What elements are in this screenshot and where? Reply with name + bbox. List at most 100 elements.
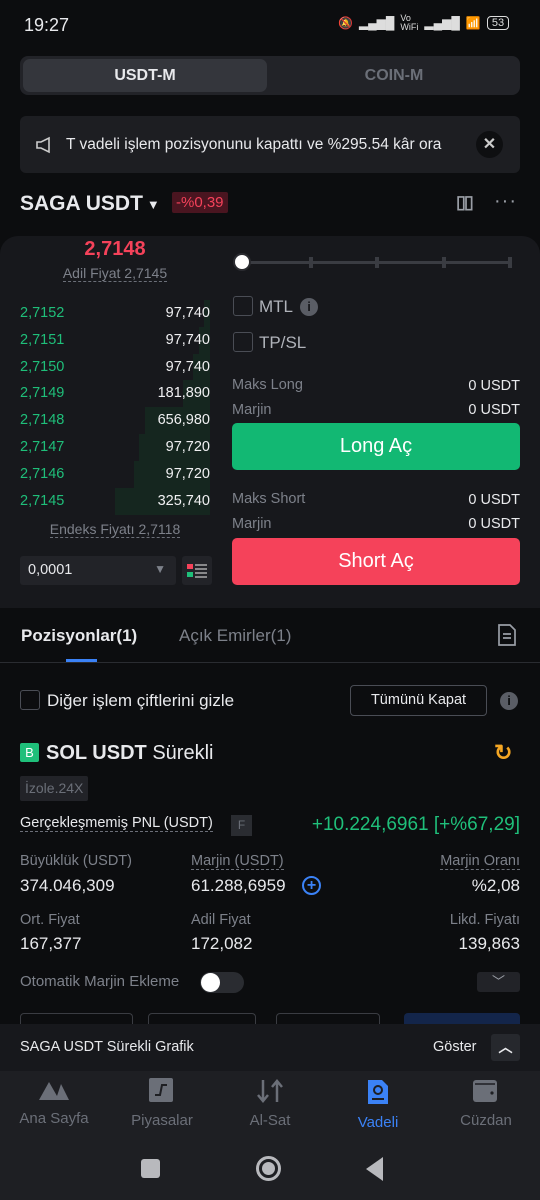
show-chart-label[interactable]: Göster [433, 1039, 477, 1055]
bid-price: 2,7148 [20, 412, 65, 429]
bid-price: 2,7149 [20, 385, 65, 402]
mtl-checkbox[interactable] [233, 296, 253, 316]
status-icons: 🔕 ▂▄▆█ Vo WiFi ▂▄▆█ 📶 53 [338, 13, 510, 32]
candlestick-chart-icon[interactable]: ▯▯ [456, 192, 474, 213]
trade-icon [257, 1079, 283, 1103]
tab-coin-m[interactable]: COIN-M [270, 59, 518, 92]
nav-item-cüzdan[interactable]: Cüzdan [432, 1078, 540, 1129]
close-announcement-button[interactable]: ✕ [476, 131, 503, 158]
nav-item-ana-sayfa[interactable]: Ana Sayfa [0, 1078, 108, 1127]
max-short-label: Maks Short [232, 491, 306, 507]
margin-short-value: 0 USDT [468, 516, 520, 532]
tab-open-orders[interactable]: Açık Emirler(1) [179, 626, 291, 646]
orderbook-row[interactable]: 2,7152 97,740 [20, 300, 210, 327]
liq-price-label: Likd. Fiyatı [449, 912, 520, 928]
precision-select[interactable]: 0,0001 ▼ [20, 556, 176, 585]
margin-long-value: 0 USDT [468, 402, 520, 418]
avg-price-label: Ort. Fiyat [20, 912, 80, 928]
nav-label: Al-Sat [249, 1112, 291, 1129]
bid-price: 2,7150 [20, 358, 65, 375]
divider [0, 662, 540, 663]
slider-tick[interactable] [375, 257, 379, 268]
size-label: Büyüklük (USDT) [20, 853, 132, 869]
fair-price[interactable]: Adil Fiyat 2,7145 [62, 265, 168, 282]
margin-value: 61.288,6959 [191, 876, 286, 895]
open-short-button[interactable]: Short Aç [232, 538, 520, 585]
status-time: 19:27 [24, 15, 70, 35]
markets-icon [149, 1078, 173, 1102]
max-long-label: Maks Long [232, 377, 303, 393]
chevron-up-icon[interactable]: ︿ [491, 1034, 520, 1061]
futures-icon [368, 1080, 388, 1104]
open-long-button[interactable]: Long Aç [232, 423, 520, 470]
battery-icon: 53 [486, 16, 510, 30]
orderbook-row[interactable]: 2,7145 325,740 [20, 487, 210, 515]
tab-usdt-m[interactable]: USDT-M [23, 59, 267, 92]
last-price: 2,7148 [84, 238, 146, 260]
orderbook-row[interactable]: 2,7146 97,720 [20, 460, 210, 488]
avg-price-value: 167,377 [20, 934, 82, 953]
margin-long-label: Marjin [232, 402, 272, 418]
position-type: Sürekli [152, 742, 214, 764]
vowifi-icon: Vo WiFi [400, 13, 419, 32]
margin-short-label: Marjin [232, 516, 272, 532]
home-icon [39, 1082, 69, 1100]
bid-qty: 97,720 [165, 465, 210, 482]
orderbook-layout-button[interactable] [182, 556, 212, 585]
auto-margin-toggle[interactable] [200, 972, 244, 993]
system-back-button[interactable] [366, 1157, 383, 1181]
tpsl-label: TP/SL [259, 333, 307, 352]
pnl-label[interactable]: Gerçekleşmemiş PNL (USDT) [20, 815, 213, 832]
nav-label: Cüzdan [460, 1112, 512, 1129]
margin-ratio-label[interactable]: Marjin Oranı [440, 853, 520, 870]
index-price[interactable]: Endeks Fiyatı 2,7118 [49, 521, 181, 538]
orderbook-row[interactable]: 2,7147 97,720 [20, 434, 210, 461]
margin-mode-badge: İzole.24X [20, 776, 89, 801]
bid-qty: 97,740 [165, 305, 210, 321]
signal-icon: ▂▄▆█ [424, 16, 460, 30]
caret-down-icon: ▼ [146, 196, 160, 212]
wallet-icon [473, 1080, 497, 1102]
size-value: 374.046,309 [20, 876, 115, 895]
close-all-button[interactable]: Tümünü Kapat [350, 685, 487, 716]
slider-tick[interactable] [441, 257, 446, 268]
tpsl-checkbox[interactable] [233, 332, 253, 352]
orderbook-row[interactable]: 2,7149 181,890 [20, 380, 210, 408]
max-long-value: 0 USDT [468, 378, 520, 394]
slider-tick[interactable] [508, 257, 512, 268]
orderbook-row[interactable]: 2,7150 97,740 [20, 353, 210, 381]
share-icon[interactable]: ↻ [494, 740, 512, 766]
tab-positions[interactable]: Pozisyonlar(1) [21, 626, 137, 646]
slider-tick[interactable] [308, 257, 313, 268]
slider-handle[interactable] [233, 253, 251, 271]
bid-price: 2,7146 [20, 465, 65, 482]
orderbook-row[interactable]: 2,7151 97,740 [20, 326, 210, 354]
nav-item-al-sat[interactable]: Al-Sat [216, 1078, 324, 1129]
system-home-button[interactable] [256, 1156, 281, 1181]
pair-selector[interactable]: SAGA USDT ▼ [20, 192, 160, 216]
margin-label[interactable]: Marjin (USDT) [191, 853, 284, 870]
bid-qty: 97,720 [165, 439, 210, 455]
add-margin-icon[interactable]: + [302, 876, 321, 895]
chart-bar-title: SAGA USDT Sürekli Grafik [20, 1039, 194, 1055]
info-icon[interactable]: i [500, 692, 518, 710]
precision-value: 0,0001 [28, 562, 73, 578]
bid-qty: 656,980 [157, 412, 210, 429]
position-symbol[interactable]: SOL USDT [46, 742, 147, 764]
more-options-icon[interactable]: ··· [494, 190, 517, 213]
bid-qty: 97,740 [165, 331, 210, 348]
bid-price: 2,7151 [20, 331, 65, 348]
nav-item-piyasalar[interactable]: Piyasalar [108, 1078, 216, 1129]
expand-button[interactable]: ﹀ [477, 972, 520, 992]
wifi-icon: 📶 [465, 16, 481, 30]
document-icon[interactable] [496, 623, 518, 647]
bid-price: 2,7147 [20, 439, 65, 455]
announcement-banner[interactable]: T vadeli işlem pozisyonunu kapattı ve %2… [20, 116, 520, 173]
orderbook-row[interactable]: 2,7148 656,980 [20, 407, 210, 435]
nav-label: Vadeli [357, 1114, 399, 1131]
info-icon[interactable]: i [300, 298, 318, 316]
hide-other-pairs-checkbox[interactable] [20, 690, 40, 710]
nav-item-vadeli[interactable]: Vadeli [324, 1078, 432, 1131]
auto-margin-label: Otomatik Marjin Ekleme [20, 973, 180, 990]
system-recent-button[interactable] [141, 1159, 160, 1178]
